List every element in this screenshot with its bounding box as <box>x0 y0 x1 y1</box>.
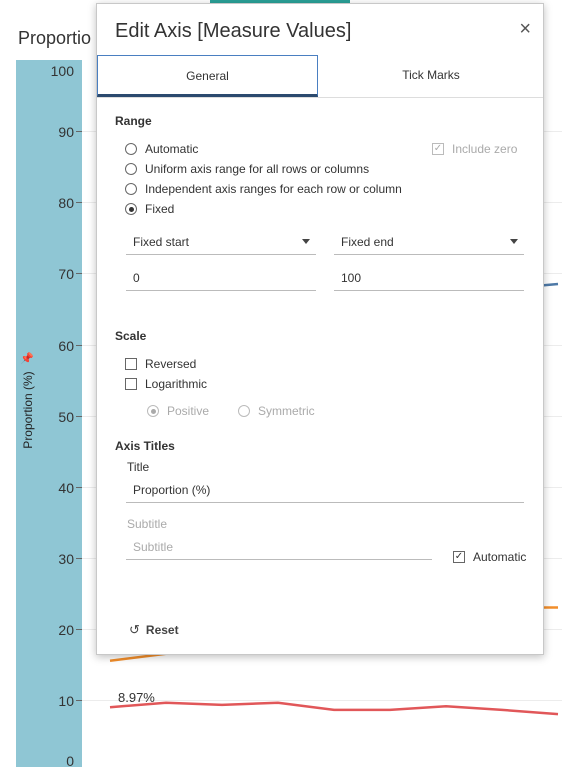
input-value: Proportion (%) <box>133 483 211 497</box>
reset-icon: ↺ <box>129 622 140 637</box>
radio-button-disabled <box>238 405 250 417</box>
radio-label: Symmetric <box>258 404 315 418</box>
checkbox-label: Automatic <box>473 550 527 564</box>
tab-general[interactable]: General <box>97 55 318 97</box>
series-line-0 <box>109 701 559 716</box>
radio-symmetric: Symmetric <box>238 402 315 420</box>
radio-label: Uniform axis range for all rows or colum… <box>145 162 370 176</box>
reset-button[interactable]: ↺ Reset <box>129 622 179 638</box>
radio-label: Fixed <box>145 202 175 216</box>
edit-axis-dialog: Edit Axis [Measure Values] × General Tic… <box>96 3 544 655</box>
radio-uniform[interactable]: Uniform axis range for all rows or colum… <box>125 160 369 178</box>
radio-fixed[interactable]: Fixed <box>125 200 174 218</box>
chevron-down-icon[interactable] <box>302 239 310 244</box>
radio-independent[interactable]: Independent axis ranges for each row or … <box>125 180 402 198</box>
radio-button[interactable] <box>125 163 137 175</box>
radio-button-disabled <box>147 405 159 417</box>
radio-label: Positive <box>167 404 210 418</box>
subtitle-input[interactable]: Subtitle <box>126 535 432 560</box>
automatic-checkbox[interactable]: ✓ Automatic <box>453 549 526 565</box>
input-placeholder: Subtitle <box>133 540 174 554</box>
dialog-title: Edit Axis [Measure Values] <box>115 20 352 42</box>
tab-bar: General Tick Marks <box>97 55 543 98</box>
fixed-end-select[interactable]: Fixed end <box>334 230 524 255</box>
select-value: Fixed end <box>341 235 394 249</box>
radio-button[interactable] <box>125 143 137 155</box>
end-value-input[interactable]: 100 <box>334 266 524 291</box>
check-icon[interactable]: ✓ <box>453 551 465 563</box>
fixed-start-select[interactable]: Fixed start <box>126 230 316 255</box>
start-value-input[interactable]: 0 <box>126 266 316 291</box>
axis-titles-heading: Axis Titles <box>115 439 175 453</box>
subtitle-label: Subtitle <box>127 517 168 531</box>
radio-positive: Positive <box>147 402 209 420</box>
checkbox-label: Reversed <box>145 357 197 371</box>
include-zero-label: Include zero <box>452 142 518 156</box>
input-value: 0 <box>133 271 140 285</box>
radio-label: Automatic <box>145 142 199 156</box>
checkbox[interactable] <box>125 378 137 390</box>
reset-label: Reset <box>145 623 179 637</box>
reversed-checkbox[interactable]: Reversed <box>125 356 196 372</box>
check-icon: ✓ <box>432 143 444 155</box>
input-value: 100 <box>341 271 362 285</box>
close-icon[interactable]: × <box>519 18 531 41</box>
radio-automatic[interactable]: Automatic <box>125 140 198 158</box>
title-label: Title <box>127 460 150 474</box>
chevron-down-icon[interactable] <box>510 239 518 244</box>
data-label: 8.97% <box>118 690 155 705</box>
tab-tick-marks[interactable]: Tick Marks <box>319 55 543 95</box>
radio-button-selected[interactable] <box>125 203 137 215</box>
title-input[interactable]: Proportion (%) <box>126 478 524 503</box>
checkbox[interactable] <box>125 358 137 370</box>
scale-heading: Scale <box>115 329 147 343</box>
checkbox-label: Logarithmic <box>145 377 208 391</box>
radio-button[interactable] <box>125 183 137 195</box>
range-heading: Range <box>115 114 152 128</box>
select-value: Fixed start <box>133 235 190 249</box>
radio-label: Independent axis ranges for each row or … <box>145 182 402 196</box>
include-zero-checkbox: ✓ Include zero <box>432 142 517 156</box>
logarithmic-checkbox[interactable]: Logarithmic <box>125 376 207 392</box>
